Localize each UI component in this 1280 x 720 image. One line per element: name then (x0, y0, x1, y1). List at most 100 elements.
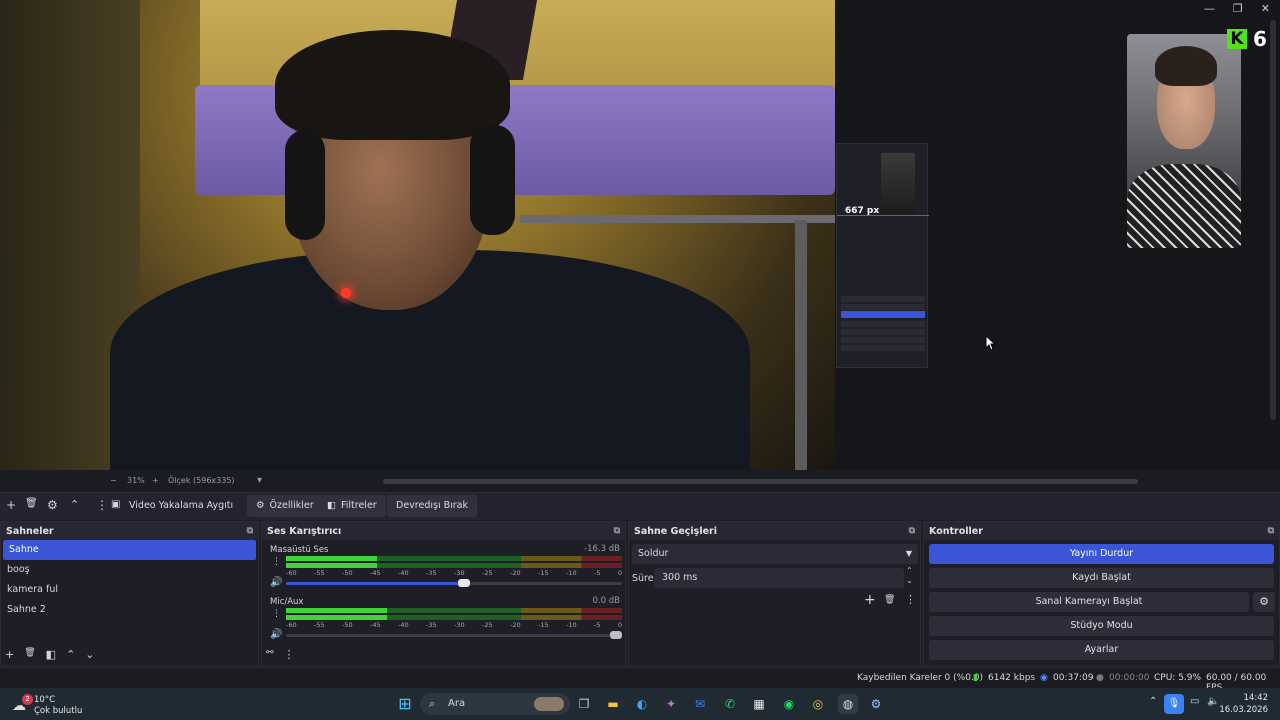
speaker-icon[interactable]: 🔊 (270, 577, 282, 588)
mixer-channel-mic: Mic/Aux 0.0 dB ⋮ -60 -55 -50 -45 -40 -35 -30 -2… (270, 596, 622, 644)
level-meter (286, 556, 622, 561)
undock-icon[interactable]: ⧉ (247, 526, 253, 536)
display-icon[interactable]: ▭ (1190, 696, 1199, 707)
whatsapp-icon[interactable]: ✆ (720, 694, 740, 714)
trash-icon[interactable]: 🗑 (24, 648, 35, 661)
obs-icon[interactable]: ◍ (838, 694, 858, 714)
minimize-icon[interactable]: — (1204, 2, 1215, 15)
close-icon[interactable]: ✕ (1261, 2, 1270, 15)
level-meter (286, 563, 622, 568)
chevron-up-icon[interactable]: ⌃ (70, 498, 79, 511)
filters-button[interactable]: ◧ Filtreler (318, 495, 386, 517)
undock-icon[interactable]: ⧉ (614, 526, 620, 536)
start-virtual-camera-button[interactable]: Sanal Kamerayı Başlat (929, 592, 1249, 612)
zoom-level: 31% (127, 476, 145, 485)
gear-icon[interactable]: ⚙ (47, 498, 58, 512)
maximize-icon[interactable]: ❐ (1233, 2, 1243, 15)
more-icon[interactable]: ⋮ (96, 498, 108, 512)
meter-scale: -60 -55 -50 -45 -40 -35 -30 -25 -20 -15 -10 -5 0 (286, 569, 622, 577)
more-icon[interactable]: ⋮ (272, 557, 281, 567)
channel-name: Mic/Aux (270, 597, 304, 607)
scale-dropdown-icon[interactable]: ▾ (257, 475, 262, 486)
speaker-icon[interactable]: 🔊 (270, 629, 282, 640)
deactivate-label: Devredışı Bırak (396, 500, 468, 511)
scale-tick: -20 (510, 621, 521, 629)
scene-item[interactable]: Sahne 2 (1, 600, 258, 620)
remove-scene-icon[interactable]: 🗑 (25, 498, 38, 509)
settings-button[interactable]: Ayarlar (929, 640, 1274, 660)
dock-title: Sahne Geçişleri (634, 525, 717, 537)
camera-icon: ▣ (111, 499, 121, 510)
link-icon[interactable]: ⚯ (266, 648, 274, 661)
zoom-out-button[interactable]: − (110, 476, 117, 485)
zoom-in-button[interactable]: + (152, 476, 159, 485)
scale-tick: -5 (594, 569, 601, 577)
vertical-scrollbar[interactable] (1270, 20, 1276, 420)
scene-item[interactable]: kamera ful (1, 580, 258, 600)
second-webcam-source[interactable] (1127, 34, 1241, 248)
trash-icon[interactable]: 🗑 (884, 595, 895, 605)
headphone-led (341, 288, 351, 298)
webcam-video-source[interactable] (0, 0, 835, 470)
filter-icon: ◧ (327, 500, 336, 511)
more-icon[interactable]: ⋮ (272, 609, 281, 619)
clock-time: 14:42 (1243, 693, 1269, 703)
level-meter (286, 615, 622, 620)
clock-date: 16.03.2026 (1219, 705, 1268, 715)
chevron-up-icon[interactable]: ⌃ (1149, 696, 1157, 707)
taskbar-clock[interactable]: 14:42 16.03.2026 (1219, 692, 1268, 716)
scene-item[interactable]: booş (1, 560, 258, 580)
duration-input[interactable]: 300 ms (654, 568, 904, 588)
scale-tick: -5 (594, 621, 601, 629)
more-icon[interactable]: ⋮ (905, 593, 916, 606)
scale-tick: -45 (370, 569, 381, 577)
weather-temp: 10°C (34, 695, 56, 705)
duration-label: Süre (632, 573, 654, 584)
add-icon[interactable]: + (5, 648, 14, 661)
undock-icon[interactable]: ⧉ (1268, 526, 1274, 536)
spotify-icon[interactable]: ◉ (779, 694, 799, 714)
filter-icon[interactable]: ◧ (46, 648, 56, 661)
spinner-icon[interactable]: ⌃ ⌄ (906, 566, 913, 586)
edge-icon[interactable]: ◐ (632, 694, 652, 714)
volume-slider[interactable] (286, 631, 622, 639)
chevron-up-icon[interactable]: ⌃ (66, 648, 75, 661)
scale-tick: -30 (454, 621, 465, 629)
file-explorer-icon[interactable]: ▬ (603, 694, 623, 714)
volume-slider[interactable] (286, 579, 622, 587)
scene-item[interactable]: Sahne (3, 540, 256, 560)
transitions-header: Sahne Geçişleri ⧉ (629, 522, 920, 540)
deactivate-button[interactable]: Devredışı Bırak (387, 495, 477, 517)
add-scene-icon[interactable]: + (6, 498, 16, 512)
properties-button[interactable]: ⚙ Özellikler (247, 495, 323, 517)
record-time: 00:00:00 (1109, 673, 1150, 683)
store-icon[interactable]: ▦ (749, 694, 769, 714)
gear-icon: ⚙ (256, 500, 265, 511)
more-icon[interactable]: ⋮ (284, 648, 295, 661)
undock-icon[interactable]: ⧉ (909, 526, 915, 536)
search-highlight-icon (534, 697, 564, 711)
chrome-icon[interactable]: ◎ (808, 694, 828, 714)
scale-tick: -15 (538, 621, 549, 629)
weather-desc: Çok bulutlu (34, 706, 83, 716)
transition-select[interactable]: Soldur ▼ (632, 544, 918, 564)
microphone-icon[interactable]: 🎙 (1164, 694, 1184, 714)
taskbar-search[interactable]: ⌕ Ara (420, 693, 570, 715)
horizontal-scrollbar[interactable] (383, 479, 1138, 484)
chevron-down-icon[interactable]: ⌄ (85, 648, 94, 661)
mail-icon[interactable]: ✉ (690, 694, 710, 714)
scale-tick: -40 (398, 569, 409, 577)
volume-icon[interactable]: 🔈 (1207, 696, 1219, 707)
steam-icon[interactable]: ⚙ (866, 694, 886, 714)
studio-mode-button[interactable]: Stüdyo Modu (929, 616, 1274, 636)
add-icon[interactable]: + (864, 592, 876, 608)
nested-row (841, 296, 925, 302)
windows-start-icon[interactable]: ⊞ (395, 694, 415, 714)
start-record-button[interactable]: Kaydı Başlat (929, 568, 1274, 588)
task-view-icon[interactable]: ❐ (574, 694, 594, 714)
copilot-icon[interactable]: ✦ (661, 694, 681, 714)
preview-canvas[interactable]: — ❐ ✕ 667 px K 6 (0, 0, 1280, 470)
gear-icon[interactable]: ⚙ (1253, 592, 1275, 612)
dock-title: Ses Karıştırıcı (267, 525, 342, 537)
stop-stream-button[interactable]: Yayını Durdur (929, 544, 1274, 564)
